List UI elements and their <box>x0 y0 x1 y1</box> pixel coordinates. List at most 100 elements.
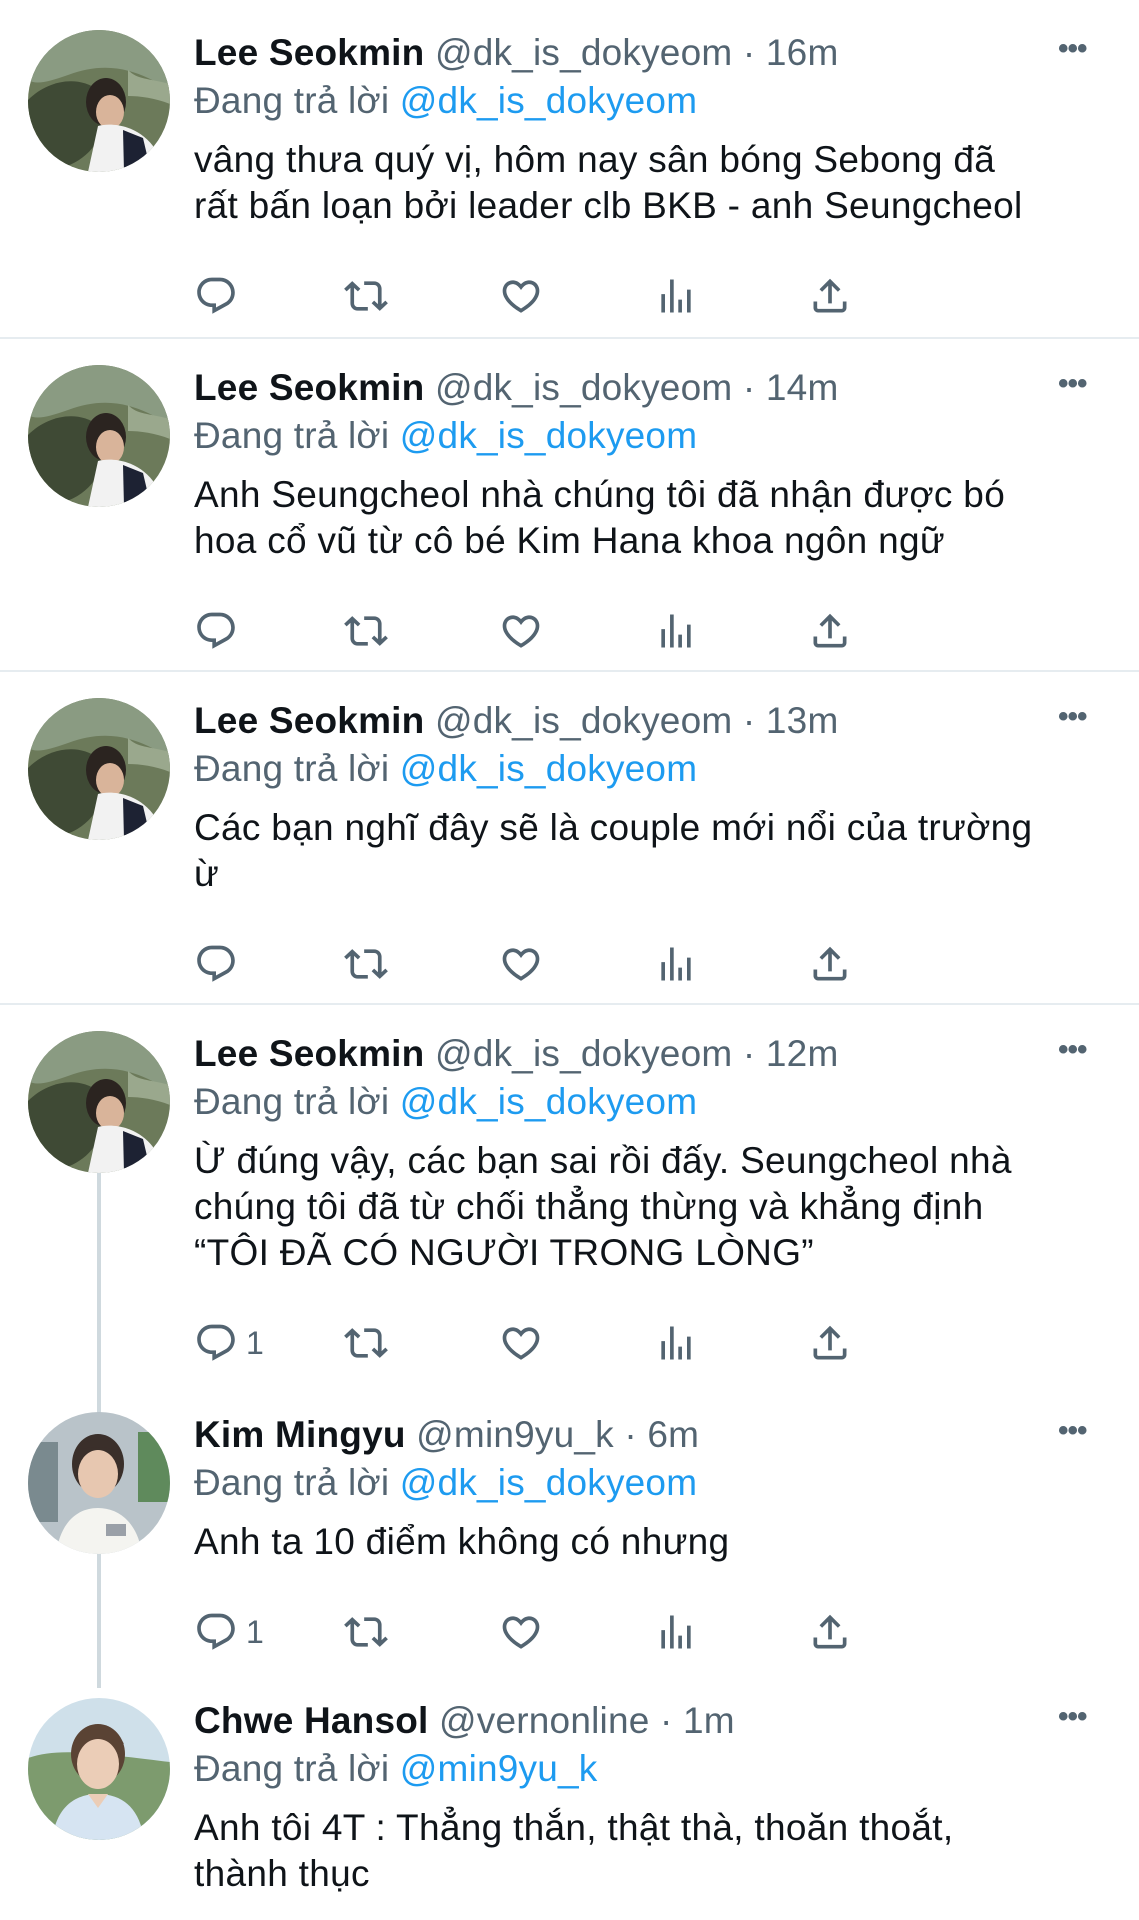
display-name[interactable]: Kim Mingyu <box>194 1414 406 1455</box>
retweet-icon <box>344 1328 388 1358</box>
reply-button[interactable] <box>194 606 246 656</box>
mingyu-avatar[interactable] <box>28 1412 170 1554</box>
retweet-button[interactable] <box>344 939 388 989</box>
more-options-icon[interactable]: ••• <box>1058 1700 1087 1734</box>
tweet-text-line: Ừ đúng vậy, các bạn sai rồi đấy. Seungch… <box>194 1140 1012 1181</box>
retweet-button[interactable] <box>344 271 388 321</box>
analytics-button[interactable] <box>654 606 698 656</box>
reply-button[interactable] <box>194 939 246 989</box>
analytics-icon <box>661 614 691 648</box>
tweet-actions: 1 <box>194 1607 1014 1657</box>
more-options-icon[interactable]: ••• <box>1058 1414 1087 1448</box>
tweet-text-line: thành thục <box>194 1853 370 1894</box>
like-button[interactable] <box>499 606 543 656</box>
replying-to-label: Đang trả lời <box>194 1462 400 1503</box>
display-name[interactable]: Lee Seokmin <box>194 367 424 408</box>
reply-icon <box>197 612 235 649</box>
tweet-text: Anh Seungcheol nhà chúng tôi đã nhận đượ… <box>194 472 1094 564</box>
timestamp[interactable]: 1m <box>683 1700 735 1741</box>
reply-button[interactable] <box>194 271 246 321</box>
more-options-icon[interactable]: ••• <box>1058 1033 1087 1067</box>
share-button[interactable] <box>808 1607 852 1657</box>
timestamp[interactable]: 13m <box>766 700 839 741</box>
reply-mention-link[interactable]: @dk_is_dokyeom <box>400 1462 697 1503</box>
retweet-button[interactable] <box>344 606 388 656</box>
analytics-button[interactable] <box>654 1318 698 1368</box>
more-options-icon[interactable]: ••• <box>1058 367 1087 401</box>
timestamp[interactable]: 6m <box>647 1414 699 1455</box>
share-button[interactable] <box>808 1318 852 1368</box>
retweet-button[interactable] <box>344 1607 388 1657</box>
retweet-button[interactable] <box>344 1318 388 1368</box>
display-name[interactable]: Chwe Hansol <box>194 1700 429 1741</box>
tweet-text-line: chúng tôi đã từ chối thẳng thừng và khẳn… <box>194 1186 984 1227</box>
share-button[interactable] <box>808 939 852 989</box>
share-button[interactable] <box>808 271 852 321</box>
tweet[interactable]: Lee Seokmin @dk_is_dokyeom · 14m ••• Đan… <box>0 335 1139 668</box>
like-button[interactable] <box>499 939 543 989</box>
reply-mention-link[interactable]: @dk_is_dokyeom <box>400 415 697 456</box>
analytics-button[interactable] <box>654 939 698 989</box>
analytics-button[interactable] <box>654 1607 698 1657</box>
reply-mention-link[interactable]: @dk_is_dokyeom <box>400 80 697 121</box>
timestamp[interactable]: 12m <box>766 1033 839 1074</box>
tweet-text-line: Anh Seungcheol nhà chúng tôi đã nhận đượ… <box>194 474 1006 515</box>
like-icon <box>502 1616 540 1649</box>
tweet-text: Anh ta 10 điểm không có nhưng <box>194 1519 1094 1565</box>
user-handle[interactable]: @dk_is_dokyeom <box>435 367 743 408</box>
replying-to: Đang trả lời @dk_is_dokyeom <box>194 1460 697 1506</box>
reply-mention-link[interactable]: @min9yu_k <box>400 1748 598 1789</box>
seokmin-avatar[interactable] <box>28 30 170 172</box>
separator-dot: · <box>742 1033 766 1074</box>
reply-button[interactable]: 1 <box>194 1318 264 1368</box>
reply-mention-link[interactable]: @dk_is_dokyeom <box>400 748 697 789</box>
reply-count: 1 <box>246 1613 264 1650</box>
share-icon <box>813 613 847 648</box>
tweet-header: Lee Seokmin @dk_is_dokyeom · 14m <box>194 365 838 411</box>
retweet-icon <box>344 281 388 311</box>
user-handle[interactable]: @dk_is_dokyeom <box>435 32 743 73</box>
retweet-icon <box>344 1617 388 1647</box>
more-options-icon[interactable]: ••• <box>1058 700 1087 734</box>
like-button[interactable] <box>499 271 543 321</box>
reply-button[interactable]: 1 <box>194 1607 264 1657</box>
analytics-button[interactable] <box>654 271 698 321</box>
replying-to-label: Đang trả lời <box>194 1748 400 1789</box>
like-button[interactable] <box>499 1318 543 1368</box>
seokmin-avatar[interactable] <box>28 1031 170 1173</box>
replying-to: Đang trả lời @min9yu_k <box>194 1746 598 1792</box>
hansol-avatar[interactable] <box>28 1698 170 1840</box>
separator-dot: · <box>624 1414 648 1455</box>
user-handle[interactable]: @min9yu_k <box>416 1414 624 1455</box>
tweet-actions <box>194 939 1014 989</box>
seokmin-avatar[interactable] <box>28 698 170 840</box>
tweet[interactable]: Lee Seokmin @dk_is_dokyeom · 16m ••• Đan… <box>0 0 1139 335</box>
display-name[interactable]: Lee Seokmin <box>194 32 424 73</box>
like-button[interactable] <box>499 1607 543 1657</box>
user-handle[interactable]: @vernonline <box>439 1700 660 1741</box>
timestamp[interactable]: 16m <box>766 32 839 73</box>
tweet-text-line: Anh ta 10 điểm không có nhưng <box>194 1521 730 1562</box>
tweet-text-line: Các bạn nghĩ đây sẽ là couple mới nổi củ… <box>194 807 1033 848</box>
tweet[interactable]: Lee Seokmin @dk_is_dokyeom · 13m ••• Đan… <box>0 668 1139 1001</box>
tweet[interactable]: Chwe Hansol @vernonline · 1m ••• Đang tr… <box>0 1668 1139 1920</box>
user-handle[interactable]: @dk_is_dokyeom <box>435 700 743 741</box>
analytics-icon <box>661 947 691 981</box>
display-name[interactable]: Lee Seokmin <box>194 700 424 741</box>
reply-mention-link[interactable]: @dk_is_dokyeom <box>400 1081 697 1122</box>
tweet-header: Chwe Hansol @vernonline · 1m <box>194 1698 735 1744</box>
timestamp[interactable]: 14m <box>766 367 839 408</box>
seokmin-avatar[interactable] <box>28 365 170 507</box>
user-handle[interactable]: @dk_is_dokyeom <box>435 1033 743 1074</box>
tweet-header: Lee Seokmin @dk_is_dokyeom · 16m <box>194 30 838 76</box>
share-button[interactable] <box>808 606 852 656</box>
analytics-icon <box>661 1615 691 1649</box>
tweet-actions <box>194 271 1014 321</box>
more-options-icon[interactable]: ••• <box>1058 32 1087 66</box>
tweet[interactable]: Lee Seokmin @dk_is_dokyeom · 12m ••• Đan… <box>0 1001 1139 1382</box>
display-name[interactable]: Lee Seokmin <box>194 1033 424 1074</box>
tweet[interactable]: Kim Mingyu @min9yu_k · 6m ••• Đang trả l… <box>0 1382 1139 1668</box>
replying-to: Đang trả lời @dk_is_dokyeom <box>194 413 697 459</box>
tweet-text-line: Anh tôi 4T : Thẳng thắn, thật thà, thoăn… <box>194 1807 954 1848</box>
share-icon <box>813 1614 847 1649</box>
